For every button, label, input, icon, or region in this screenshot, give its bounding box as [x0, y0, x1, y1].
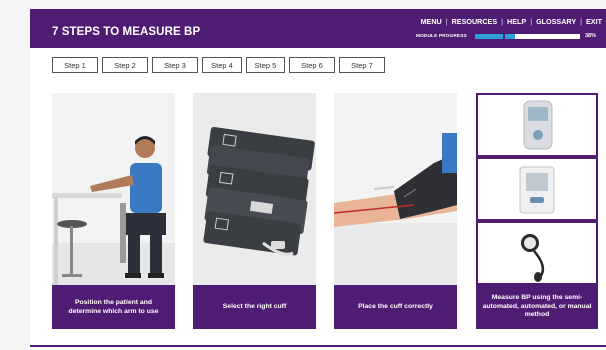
module-frame: 7 STEPS TO MEASURE BP MENU | RESOURCES |…: [30, 9, 606, 350]
footer-divider: [30, 345, 606, 347]
tab-step-6[interactable]: Step 6: [289, 57, 335, 73]
tab-step-3[interactable]: Step 3: [152, 57, 198, 73]
nav-exit-link[interactable]: EXIT: [586, 17, 602, 26]
semi-automated-monitor-image: [476, 157, 598, 221]
progress-label: MODULE PROGRESS: [416, 34, 467, 39]
automated-monitor-image: [476, 93, 598, 157]
manual-sphygmomanometer-image: [476, 221, 598, 285]
tab-step-7[interactable]: Step 7: [339, 57, 385, 73]
nav-separator: |: [445, 17, 448, 26]
cuff-sizes-image: [193, 93, 316, 285]
progress-segment-divider: [503, 34, 505, 39]
tab-step-1[interactable]: Step 1: [52, 57, 98, 73]
nav-menu-link[interactable]: MENU: [421, 17, 442, 26]
tab-step-4[interactable]: Step 4: [202, 57, 242, 73]
patient-seated-image: [52, 93, 175, 285]
card-place-cuff[interactable]: Place the cuff correctly: [334, 93, 457, 329]
tab-step-5[interactable]: Step 5: [246, 57, 285, 73]
page-title: 7 STEPS TO MEASURE BP: [52, 26, 201, 38]
nav-resources-link[interactable]: RESOURCES: [452, 17, 498, 26]
module-header: 7 STEPS TO MEASURE BP MENU | RESOURCES |…: [30, 9, 606, 48]
tab-step-2[interactable]: Step 2: [102, 57, 148, 73]
cuff-on-arm-image: [334, 93, 457, 285]
progress-bar-fill: [475, 34, 515, 39]
nav-separator: |: [530, 17, 533, 26]
nav-glossary-link[interactable]: GLOSSARY: [536, 17, 576, 26]
nav-separator: |: [580, 17, 583, 26]
card-caption: Place the cuff correctly: [334, 285, 457, 329]
nav-separator: |: [501, 17, 504, 26]
card-position-patient[interactable]: Position the patient and determine which…: [52, 93, 175, 329]
progress-percent: 38%: [585, 33, 597, 39]
nav-help-link[interactable]: HELP: [507, 17, 526, 26]
card-select-cuff[interactable]: Select the right cuff: [193, 93, 316, 329]
top-navigation: MENU | RESOURCES | HELP | GLOSSARY | EXI…: [421, 17, 602, 26]
card-caption: Select the right cuff: [193, 285, 316, 329]
card-caption: Position the patient and determine which…: [52, 285, 175, 329]
card-measure-bp[interactable]: Measure BP using the semi-automated, aut…: [476, 93, 598, 329]
progress-bar: [475, 34, 580, 39]
card-caption: Measure BP using the semi-automated, aut…: [476, 285, 598, 329]
step-tabs: Step 1 Step 2 Step 3 Step 4 Step 5 Step …: [52, 57, 385, 73]
